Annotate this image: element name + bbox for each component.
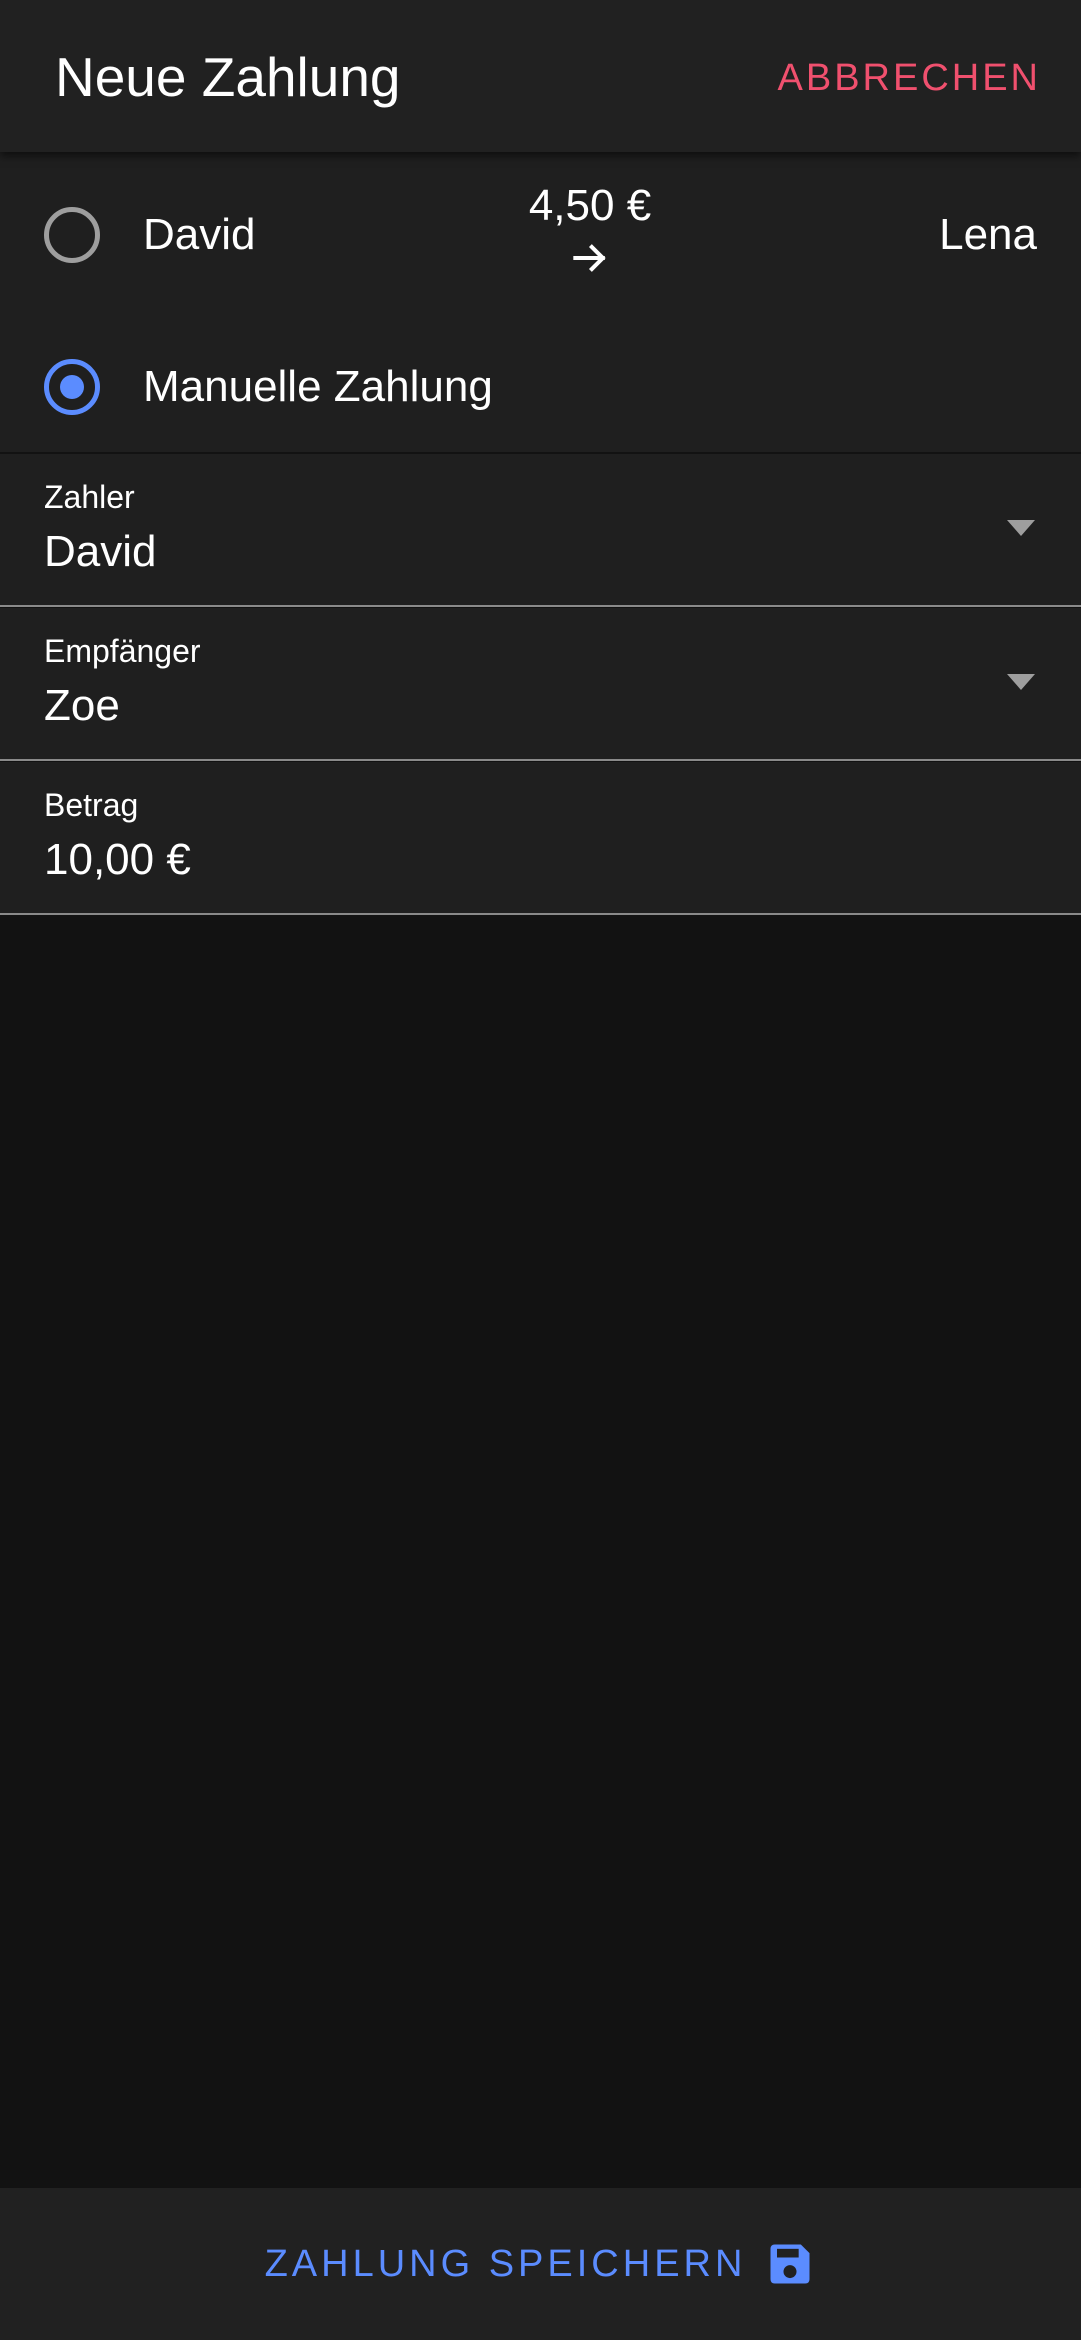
recipient-select[interactable]: Empfänger Zoe [0, 608, 1081, 761]
payer-label: Zahler [44, 479, 135, 515]
suggested-payment-option[interactable]: David 4,50 € Lena [0, 152, 1081, 312]
amount-label: Betrag [44, 787, 139, 823]
suggested-payer-name: David [143, 210, 256, 259]
save-payment-button[interactable]: ZAHLUNG SPEICHERN [0, 2188, 1081, 2340]
suggested-amount-block: 4,50 € [490, 180, 690, 280]
arrow-right-icon [573, 244, 606, 272]
suggested-amount: 4,50 € [528, 181, 652, 230]
floppy-disk-icon [770, 2244, 810, 2284]
manual-payment-label: Manuelle Zahlung [143, 362, 493, 411]
chevron-down-icon[interactable] [1007, 674, 1035, 690]
amount-input[interactable]: 10,00 € [44, 834, 191, 886]
payer-select[interactable]: Zahler David [0, 454, 1081, 607]
chevron-down-icon[interactable] [1007, 520, 1035, 536]
payer-value: David [44, 527, 157, 576]
cancel-button[interactable]: ABBRECHEN [778, 56, 1042, 100]
suggested-recipient-name: Lena [939, 210, 1037, 259]
manual-payment-radio[interactable] [44, 359, 100, 415]
amount-field[interactable]: Betrag 10,00 € [0, 762, 1081, 915]
manual-payment-option[interactable]: Manuelle Zahlung [0, 312, 1081, 452]
page-title: Neue Zahlung [55, 46, 401, 108]
recipient-label: Empfänger [44, 633, 201, 669]
suggested-payment-radio[interactable] [44, 207, 100, 263]
radio-selected-dot [60, 375, 84, 399]
bottom-bar: ZAHLUNG SPEICHERN [0, 2188, 1081, 2340]
save-payment-label: ZAHLUNG SPEICHERN [264, 2242, 747, 2285]
app-bar: Neue Zahlung ABBRECHEN [0, 0, 1081, 152]
recipient-value: Zoe [44, 681, 120, 730]
